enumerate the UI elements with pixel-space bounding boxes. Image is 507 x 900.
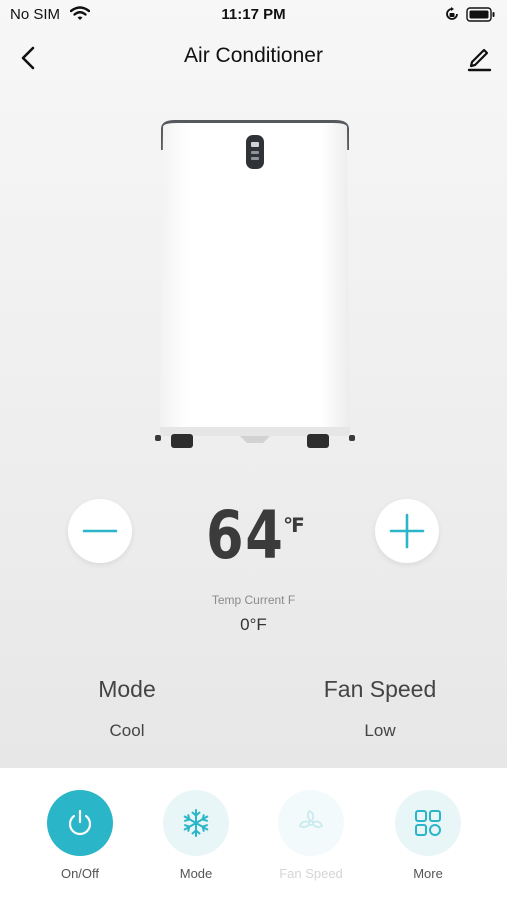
status-time: 11:17 PM xyxy=(221,6,286,23)
temperature-setpoint: 64 xyxy=(206,497,285,574)
page-title: Air Conditioner xyxy=(184,44,323,67)
snowflake-icon xyxy=(183,809,209,837)
mode-title: Mode xyxy=(98,676,156,702)
device-image xyxy=(145,115,365,455)
battery-icon xyxy=(466,7,496,27)
grid-icon xyxy=(415,810,441,836)
more-button-label: More xyxy=(413,866,443,881)
temperature-control: 64 ℉ Temp Current F 0°F xyxy=(0,495,507,645)
increase-temperature-button[interactable] xyxy=(375,499,439,563)
status-info: Mode Cool Fan Speed Low xyxy=(0,676,507,746)
power-icon xyxy=(68,809,92,836)
decrease-temperature-button[interactable] xyxy=(68,499,132,563)
bottom-action-bar: On/Off Mode Fan Speed More xyxy=(0,768,507,900)
current-temperature-label: Temp Current F xyxy=(211,593,296,607)
mode-button-label: Mode xyxy=(179,866,213,881)
edit-button[interactable] xyxy=(464,42,494,72)
fan-speed-button-label: Fan Speed xyxy=(279,866,343,881)
current-temperature-value: 0°F xyxy=(240,615,267,634)
fan-speed-title: Fan Speed xyxy=(323,676,437,702)
power-button-circle[interactable] xyxy=(47,790,113,856)
status-bar: No SIM 11:17 PM xyxy=(0,0,507,30)
temperature-unit: ℉ xyxy=(283,513,305,537)
orientation-lock-icon xyxy=(444,6,460,27)
power-button-label: On/Off xyxy=(60,866,100,881)
pencil-icon xyxy=(467,48,492,72)
mode-info: Mode Cool xyxy=(0,676,254,741)
nav-bar: Air Conditioner xyxy=(0,36,507,80)
fan-speed-info: Fan Speed Low xyxy=(253,676,507,741)
mode-value: Cool xyxy=(109,721,145,740)
fan-icon xyxy=(299,810,323,829)
more-button-circle[interactable] xyxy=(395,790,461,856)
mode-button[interactable]: Mode xyxy=(151,790,241,881)
power-button[interactable]: On/Off xyxy=(35,790,125,881)
fan-speed-button-circle[interactable] xyxy=(278,790,344,856)
plus-icon xyxy=(389,513,425,549)
minus-icon xyxy=(82,529,118,533)
fan-speed-value: Low xyxy=(364,721,396,740)
more-button[interactable]: More xyxy=(383,790,473,881)
mode-button-circle[interactable] xyxy=(163,790,229,856)
fan-speed-button[interactable]: Fan Speed xyxy=(266,790,356,881)
